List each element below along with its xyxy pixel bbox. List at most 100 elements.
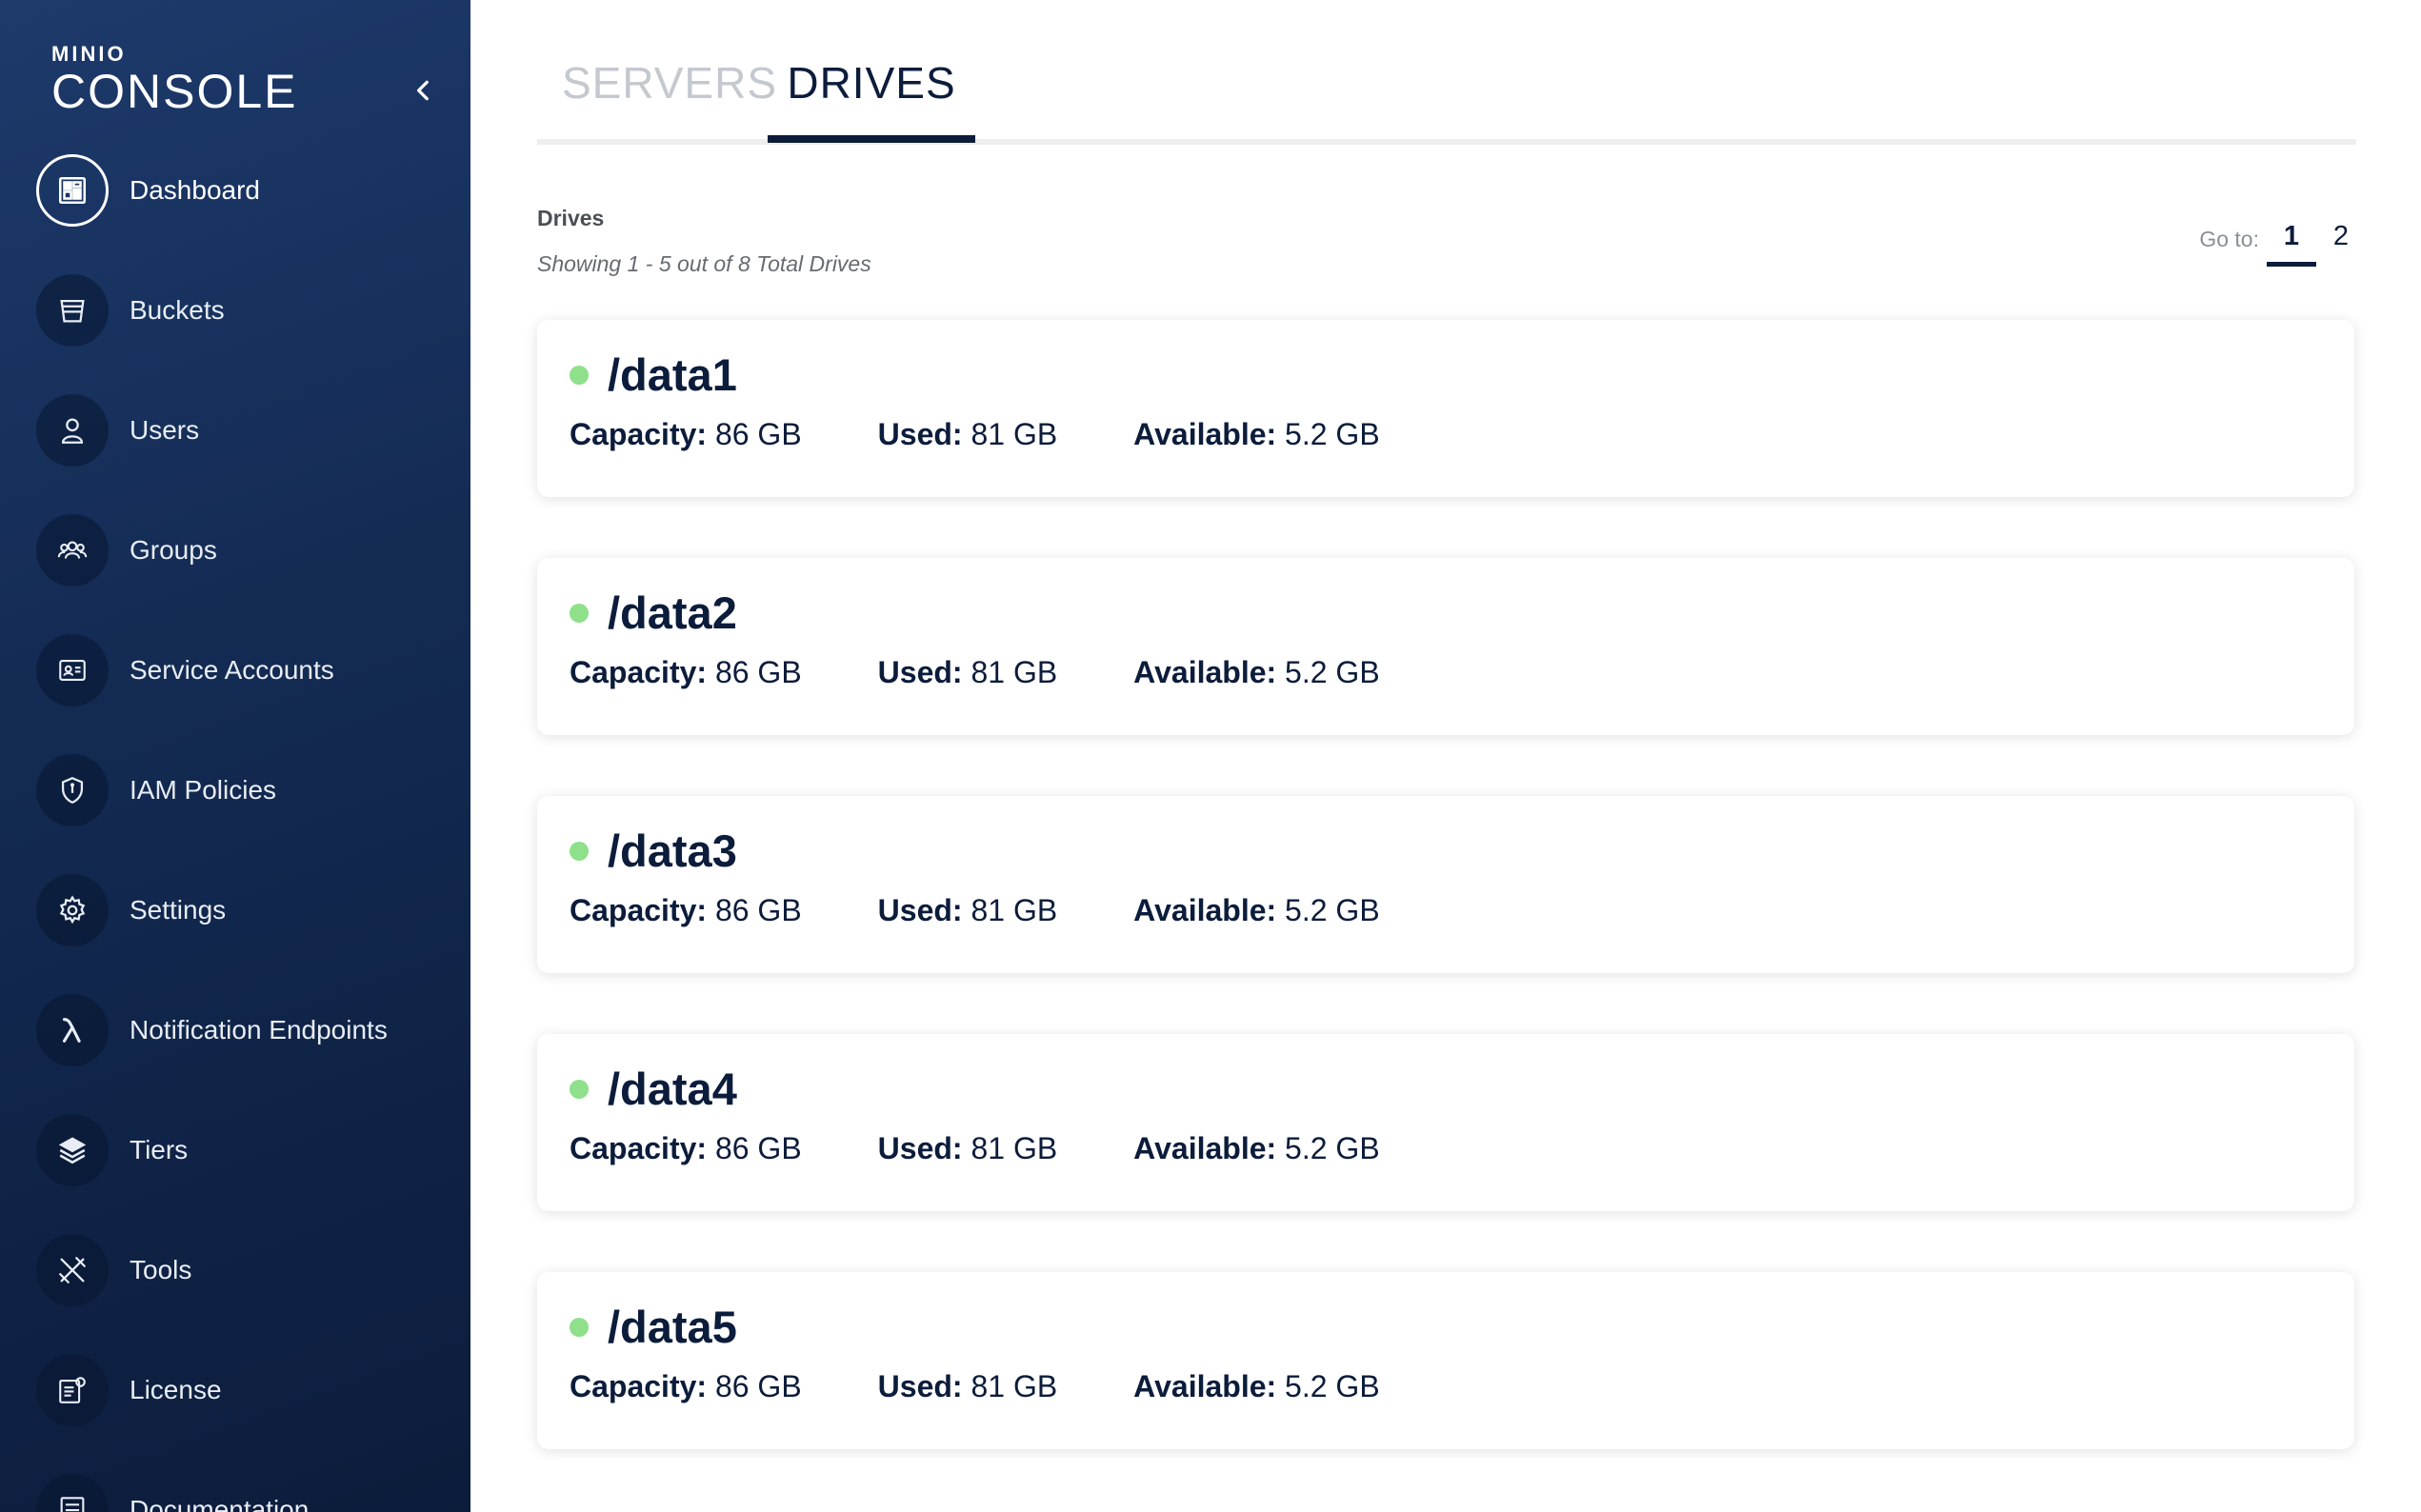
sidebar-item-documentation[interactable]: Documentation — [36, 1474, 455, 1512]
minio-console-logo[interactable]: MINIO CONSOLE — [51, 42, 298, 118]
available-value: 5.2 GB — [1285, 893, 1380, 927]
collapse-sidebar-button[interactable] — [400, 67, 448, 114]
logo-product: CONSOLE — [51, 65, 298, 118]
sidebar-item-dashboard[interactable]: Dashboard — [36, 154, 455, 227]
available-value: 5.2 GB — [1285, 417, 1380, 451]
sidebar-item-label: Dashboard — [130, 175, 260, 205]
lambda-icon — [36, 994, 109, 1066]
documentation-icon — [36, 1474, 109, 1512]
tab-drives[interactable]: DRIVES — [768, 57, 975, 145]
drive-name: /data5 — [608, 1302, 737, 1352]
drive-used: Used: 81 GB — [878, 417, 1058, 452]
available-value: 5.2 GB — [1285, 1131, 1380, 1165]
sidebar-item-label: Buckets — [130, 295, 225, 325]
layers-icon — [36, 1114, 109, 1186]
page-link-1[interactable]: 1 — [2267, 221, 2316, 267]
gear-icon — [36, 874, 109, 946]
drive-card[interactable]: /data4 Capacity: 86 GB Used: 81 GB Avail… — [537, 1034, 2354, 1211]
sidebar-item-label: Service Accounts — [130, 655, 334, 685]
available-label: Available: — [1133, 893, 1277, 927]
sidebar-item-settings[interactable]: Settings — [36, 874, 455, 946]
available-label: Available: — [1133, 417, 1277, 451]
drive-capacity: Capacity: 86 GB — [570, 893, 802, 928]
sidebar-item-label: Tiers — [130, 1135, 189, 1164]
drive-available: Available: 5.2 GB — [1133, 1131, 1379, 1166]
logo-brand: MINIO — [51, 42, 127, 66]
tab-servers[interactable]: SERVERS — [562, 57, 776, 145]
drive-card[interactable]: /data5 Capacity: 86 GB Used: 81 GB Avail… — [537, 1272, 2354, 1449]
online-status-icon — [570, 603, 589, 623]
capacity-label: Capacity: — [570, 1131, 708, 1165]
used-value: 81 GB — [970, 1131, 1058, 1165]
available-label: Available: — [1133, 655, 1277, 689]
available-value: 5.2 GB — [1285, 655, 1380, 689]
drive-count-summary: Showing 1 - 5 out of 8 Total Drives — [537, 251, 871, 276]
drive-used: Used: 81 GB — [878, 1131, 1058, 1166]
sidebar: MINIO CONSOLE Dashboard Buckets Users Gr… — [0, 0, 470, 1512]
sidebar-item-users[interactable]: Users — [36, 394, 455, 467]
shield-icon — [36, 754, 109, 826]
page-link-2[interactable]: 2 — [2316, 221, 2366, 262]
sidebar-item-buckets[interactable]: Buckets — [36, 274, 455, 347]
main-content: SERVERS DRIVES Drives Showing 1 - 5 out … — [470, 0, 2421, 1512]
sidebar-item-groups[interactable]: Groups — [36, 514, 455, 587]
pagination-label: Go to: — [2199, 227, 2259, 251]
groups-icon — [36, 514, 109, 587]
drive-name: /data1 — [608, 349, 737, 400]
capacity-label: Capacity: — [570, 655, 708, 689]
capacity-label: Capacity: — [570, 893, 708, 927]
section-title: Drives — [537, 206, 605, 230]
online-status-icon — [570, 841, 589, 861]
sidebar-item-tiers[interactable]: Tiers — [36, 1114, 455, 1186]
sidebar-item-label: Users — [130, 415, 200, 445]
sidebar-item-label: Settings — [130, 895, 227, 925]
available-label: Available: — [1133, 1369, 1277, 1403]
sidebar-item-label: License — [130, 1375, 222, 1404]
dashboard-icon — [36, 154, 109, 227]
drive-card[interactable]: /data3 Capacity: 86 GB Used: 81 GB Avail… — [537, 796, 2354, 973]
used-value: 81 GB — [970, 893, 1058, 927]
available-label: Available: — [1133, 1131, 1277, 1165]
capacity-value: 86 GB — [714, 1131, 802, 1165]
sidebar-item-service-accounts[interactable]: Service Accounts — [36, 634, 455, 706]
drive-available: Available: 5.2 GB — [1133, 1369, 1379, 1404]
used-value: 81 GB — [970, 417, 1058, 451]
drive-available: Available: 5.2 GB — [1133, 417, 1379, 452]
bucket-icon — [36, 274, 109, 347]
pagination: Go to: 1 2 — [2199, 221, 2366, 269]
sidebar-item-notification-endpoints[interactable]: Notification Endpoints — [36, 994, 455, 1066]
used-label: Used: — [877, 655, 963, 689]
used-label: Used: — [877, 1131, 963, 1165]
drive-capacity: Capacity: 86 GB — [570, 655, 802, 690]
used-value: 81 GB — [970, 655, 1058, 689]
online-status-icon — [570, 1079, 589, 1099]
drive-card[interactable]: /data2 Capacity: 86 GB Used: 81 GB Avail… — [537, 558, 2354, 735]
sidebar-item-label: Notification Endpoints — [130, 1015, 388, 1044]
capacity-value: 86 GB — [714, 417, 802, 451]
sidebar-item-license[interactable]: License — [36, 1354, 455, 1426]
used-value: 81 GB — [970, 1369, 1058, 1403]
drive-card[interactable]: /data1 Capacity: 86 GB Used: 81 GB Avail… — [537, 320, 2354, 497]
drive-available: Available: 5.2 GB — [1133, 893, 1379, 928]
drive-name: /data4 — [608, 1064, 737, 1114]
capacity-value: 86 GB — [714, 893, 802, 927]
sidebar-item-label: Documentation — [130, 1495, 310, 1512]
drive-capacity: Capacity: 86 GB — [570, 417, 802, 452]
tools-icon — [36, 1234, 109, 1306]
used-label: Used: — [877, 1369, 963, 1403]
drive-name: /data3 — [608, 826, 737, 876]
drive-capacity: Capacity: 86 GB — [570, 1131, 802, 1166]
sidebar-item-label: Groups — [130, 535, 217, 565]
capacity-value: 86 GB — [714, 655, 802, 689]
sidebar-item-tools[interactable]: Tools — [36, 1234, 455, 1306]
online-status-icon — [570, 365, 589, 385]
capacity-value: 86 GB — [714, 1369, 802, 1403]
available-value: 5.2 GB — [1285, 1369, 1380, 1403]
license-icon — [36, 1354, 109, 1426]
user-icon — [36, 394, 109, 467]
drive-used: Used: 81 GB — [878, 893, 1058, 928]
capacity-label: Capacity: — [570, 417, 708, 451]
active-tab-indicator — [768, 135, 975, 143]
sidebar-item-iam-policies[interactable]: IAM Policies — [36, 754, 455, 826]
sidebar-item-label: IAM Policies — [130, 775, 277, 805]
